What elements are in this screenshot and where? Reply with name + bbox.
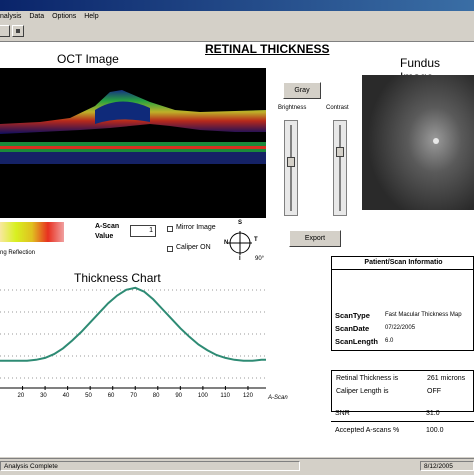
ascan-value-input[interactable]: 1	[130, 225, 156, 237]
caliper-on-checkbox[interactable]	[167, 246, 173, 252]
retinal-thickness-value: 261 microns	[427, 375, 466, 382]
measurement-stats-panel: Retinal Thickness is 261 microns Caliper…	[331, 370, 474, 412]
compass-nasal: N	[224, 240, 229, 246]
compass-inferior: I	[239, 256, 241, 262]
menu-bar: nalysis Data Options Help	[0, 11, 474, 23]
status-date: 8/12/2005	[420, 461, 474, 471]
oct-scan-graphic	[0, 90, 266, 164]
chart-x-tick-label: 40	[62, 393, 70, 399]
chart-x-tick-label: 100	[197, 393, 208, 399]
chart-x-tick-label: 20	[17, 393, 25, 399]
oct-image-title: OCT Image	[57, 52, 119, 66]
compass-superior: S	[238, 220, 243, 226]
toolbar-button-2[interactable]	[12, 25, 24, 37]
orientation-compass: S N T I 90°	[224, 220, 266, 266]
brightness-slider[interactable]	[284, 120, 298, 216]
brightness-slider-track	[290, 125, 292, 211]
status-bar: Analysis Complete 8/12/2005	[0, 458, 474, 475]
scan-date-value: 07/22/2005	[385, 325, 416, 331]
caliper-length-value: OFF	[427, 388, 441, 395]
chart-x-axis-label: A-Scan	[268, 395, 288, 401]
compass-angle: 90°	[255, 256, 265, 262]
stats-divider	[331, 421, 474, 422]
oct-image	[0, 68, 266, 218]
chart-x-tick-label: 90	[175, 393, 183, 399]
mirror-image-checkbox[interactable]	[167, 226, 173, 232]
accepted-ascans-value: 100.0	[426, 427, 444, 434]
window-title-bar	[0, 0, 474, 11]
mirror-image-label: Mirror Image	[176, 224, 216, 231]
contrast-slider[interactable]	[333, 120, 347, 216]
reflection-caption: ng Reflection	[0, 250, 36, 256]
toolbar-button-1[interactable]	[0, 25, 10, 37]
scan-length-value: 6.0	[385, 338, 394, 344]
scan-type-value: Fast Macular Thickness Map	[385, 312, 462, 318]
snr-label: SNR	[335, 410, 350, 417]
ascan-label-1: A-Scan	[95, 223, 120, 230]
ascan-label-2: Value	[95, 233, 114, 240]
thickness-chart	[0, 286, 266, 390]
chart-x-tick-label: 60	[107, 393, 115, 399]
chart-x-tick-label: 120	[242, 393, 253, 399]
fundus-graphic	[362, 75, 474, 210]
scan-type-label: ScanType	[335, 311, 370, 320]
brightness-slider-thumb[interactable]	[287, 157, 295, 167]
menu-item-data[interactable]: Data	[29, 13, 44, 20]
chart-x-tick-label: 30	[40, 393, 47, 399]
snr-value: 31.0	[426, 410, 440, 417]
scan-date-label: ScanDate	[335, 324, 370, 333]
toolbar	[0, 23, 474, 42]
chart-x-tick-label: 80	[152, 393, 160, 399]
chart-x-tick-label: 110	[220, 393, 230, 399]
chart-x-tick-label: 70	[130, 393, 137, 399]
reflection-color-bar	[0, 222, 64, 242]
compass-temporal: T	[254, 237, 258, 243]
contrast-label: Contrast	[326, 105, 349, 111]
thickness-line-series	[0, 286, 266, 362]
export-button[interactable]: Export	[289, 230, 341, 247]
status-message: Analysis Complete	[0, 461, 300, 471]
gray-button[interactable]: Gray	[283, 82, 321, 99]
caliper-on-label: Caliper ON	[176, 244, 211, 251]
menu-item-analysis[interactable]: nalysis	[0, 13, 21, 20]
menu-item-options[interactable]: Options	[52, 13, 76, 20]
brightness-label: Brightness	[278, 105, 307, 111]
caliper-length-label: Caliper Length is	[336, 388, 389, 395]
toolbar-button-icon	[16, 29, 20, 33]
page-title: RETINAL THICKNESS	[205, 42, 330, 56]
chart-x-tick-label: 50	[85, 393, 92, 399]
menu-item-help[interactable]: Help	[84, 13, 98, 20]
fundus-image	[362, 75, 474, 210]
chart-x-tick-labels: 20 30 40 50 60 70 80 90 100 110 120	[0, 393, 270, 403]
retinal-thickness-label: Retinal Thickness is	[336, 375, 399, 382]
scan-length-label: ScanLength	[335, 337, 378, 346]
patient-scan-info-header: Patient/Scan Informatio	[332, 257, 474, 270]
contrast-slider-track	[339, 125, 341, 211]
patient-scan-info-panel: Patient/Scan Informatio ScanType Fast Ma…	[331, 256, 474, 351]
contrast-slider-thumb[interactable]	[336, 147, 344, 157]
accepted-ascans-label: Accepted A-scans %	[335, 427, 400, 434]
